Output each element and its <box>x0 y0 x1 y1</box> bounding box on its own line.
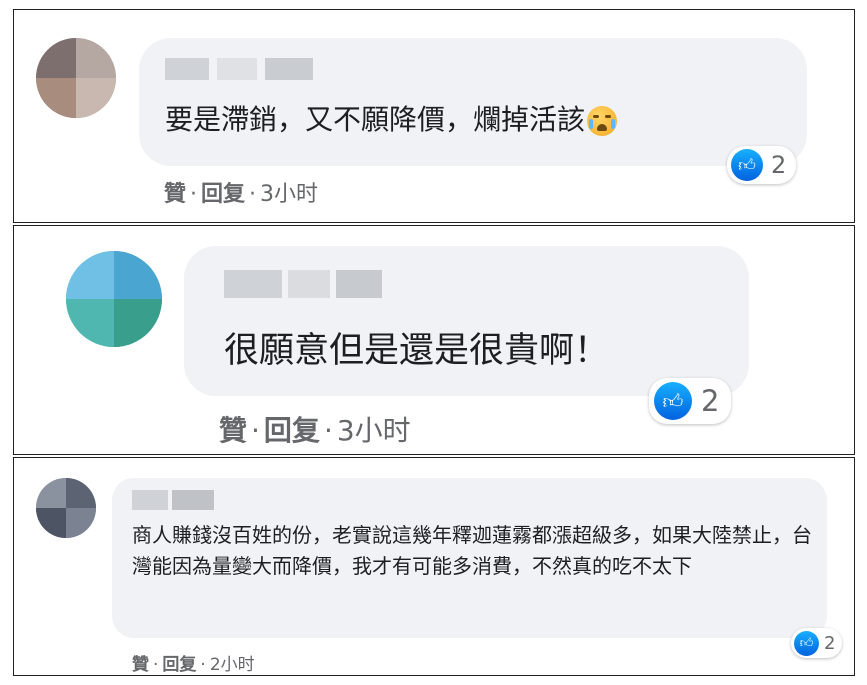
comment-bubble: 要是滯銷，又不願降價，爛掉活該 <box>139 38 807 166</box>
reply-action[interactable]: 回复 <box>201 182 245 207</box>
comment-panel-1: 要是滯銷，又不願降價，爛掉活該 👍︎ 2 贊 · 回复 · 3小时 <box>13 9 855 223</box>
like-reaction-badge[interactable]: 👍︎ 2 <box>791 628 843 658</box>
avatar[interactable] <box>36 38 116 118</box>
like-action[interactable]: 贊 <box>164 182 186 207</box>
comment-actions: 贊 · 回复 · 2小时 <box>132 655 255 675</box>
thumbs-up-icon: 👍︎ <box>731 149 763 181</box>
commenter-name-blurred[interactable] <box>132 490 214 510</box>
comment-bubble: 商人賺錢沒百姓的份，老實說這幾年釋迦蓮霧都漲超級多，如果大陸禁止，台灣能因為量變… <box>112 478 827 638</box>
crying-face-icon <box>587 106 618 136</box>
timestamp[interactable]: 2小时 <box>210 655 255 675</box>
comment-text: 要是滯銷，又不願降價，爛掉活該 <box>165 98 618 138</box>
timestamp[interactable]: 3小时 <box>337 414 411 447</box>
avatar[interactable] <box>66 251 162 347</box>
like-count: 2 <box>701 384 720 418</box>
reply-action[interactable]: 回复 <box>264 414 320 447</box>
comment-actions: 贊 · 回复 · 3小时 <box>219 414 411 447</box>
thumbs-up-icon: 👍︎ <box>794 630 819 656</box>
reply-action[interactable]: 回复 <box>162 655 196 675</box>
like-count: 2 <box>771 151 787 179</box>
commenter-name-blurred[interactable] <box>165 58 313 80</box>
like-reaction-badge[interactable]: 👍︎ 2 <box>649 378 732 424</box>
comment-panel-2: 很願意但是還是很貴啊！ 👍︎ 2 贊 · 回复 · 3小时 <box>13 225 855 455</box>
comment-text: 很願意但是還是很貴啊！ <box>224 331 610 371</box>
timestamp[interactable]: 3小时 <box>260 182 318 207</box>
comment-actions: 贊 · 回复 · 3小时 <box>164 182 319 207</box>
like-reaction-badge[interactable]: 👍︎ 2 <box>727 146 797 184</box>
comment-panel-3: 商人賺錢沒百姓的份，老實說這幾年釋迦蓮霧都漲超級多，如果大陸禁止，台灣能因為量變… <box>13 457 855 676</box>
comment-bubble: 很願意但是還是很貴啊！ <box>184 246 749 396</box>
like-action[interactable]: 贊 <box>219 414 247 447</box>
comment-text: 商人賺錢沒百姓的份，老實說這幾年釋迦蓮霧都漲超級多，如果大陸禁止，台灣能因為量變… <box>132 523 812 578</box>
thumbs-up-icon: 👍︎ <box>654 382 692 420</box>
commenter-name-blurred[interactable] <box>224 270 382 298</box>
avatar[interactable] <box>36 478 96 538</box>
like-count: 2 <box>824 632 836 654</box>
like-action[interactable]: 贊 <box>132 655 149 675</box>
